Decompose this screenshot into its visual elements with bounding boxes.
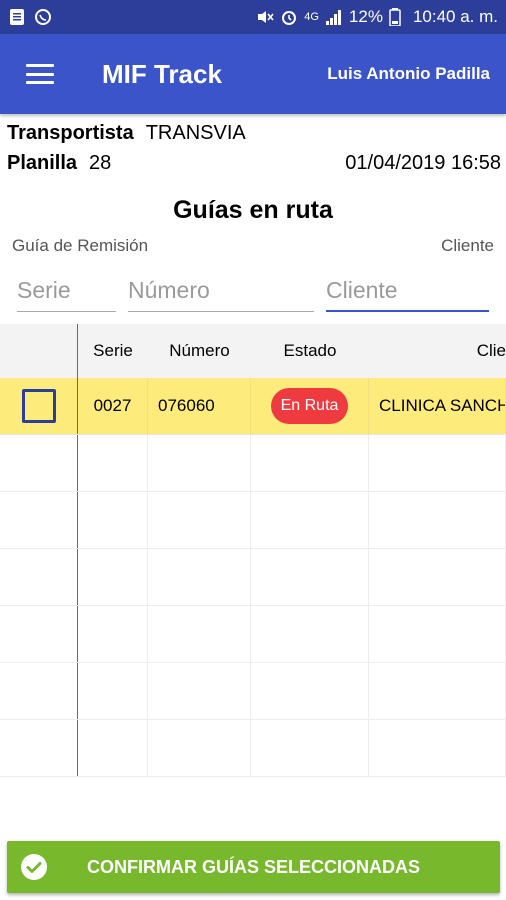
datetime: 01/04/2019 16:58 [345, 152, 501, 174]
empty-row [0, 549, 506, 606]
battery-percent: 12% [348, 7, 383, 26]
battery-icon [389, 8, 407, 27]
empty-row [0, 663, 506, 720]
transportista-label: Transportista [7, 122, 134, 144]
filter-labels: Guía de Remisión Cliente [12, 236, 494, 256]
empty-row [0, 606, 506, 663]
network-type: 4G [304, 11, 319, 23]
header-cliente: Clie [476, 341, 506, 360]
confirm-label: CONFIRMAR GUÍAS SELECCIONADAS [86, 856, 420, 877]
mute-icon [256, 8, 274, 26]
numero-input[interactable] [128, 270, 314, 312]
table-row[interactable]: 0027 076060 En Ruta CLINICA SANCH [0, 378, 506, 435]
alarm-icon [280, 8, 298, 26]
section-title: Guías en ruta [173, 196, 333, 224]
confirm-button[interactable]: CONFIRMAR GUÍAS SELECCIONADAS [7, 841, 500, 893]
planilla-label: Planilla [7, 152, 78, 174]
notification-icon [8, 8, 26, 26]
check-circle-icon [20, 853, 48, 881]
header-serie: Serie [93, 341, 133, 360]
status-badge: En Ruta [270, 388, 349, 424]
route-info: Transportista TRANSVIA Planilla 28 01/04… [7, 122, 501, 180]
row-checkbox[interactable] [21, 389, 56, 423]
empty-row [0, 435, 506, 492]
planilla-value: 28 [89, 152, 112, 174]
status-bar: 4G 12% 10:40 a. m. [0, 0, 506, 34]
cliente-input[interactable] [326, 270, 489, 312]
header-numero: Número [169, 341, 230, 360]
transportista-value: TRANSVIA [145, 122, 246, 144]
cliente-label: Cliente [441, 236, 494, 255]
guia-label: Guía de Remisión [12, 236, 149, 255]
whatsapp-icon [34, 8, 52, 26]
guias-table: Serie Número Estado Clie 0027 076060 En … [0, 324, 506, 778]
cell-cliente: CLINICA SANCH [369, 378, 506, 434]
cell-numero: 076060 [148, 378, 251, 434]
user-name: Luis Antonio Padilla [327, 64, 490, 83]
signal-icon [325, 8, 343, 26]
empty-row [0, 492, 506, 549]
header-estado: Estado [283, 341, 337, 360]
cell-serie: 0027 [78, 378, 148, 434]
menu-icon[interactable] [26, 64, 54, 84]
app-bar: MIF Track Luis Antonio Padilla [0, 34, 506, 114]
empty-row [0, 720, 506, 777]
table-header: Serie Número Estado Clie [0, 324, 506, 378]
filters [17, 270, 489, 314]
serie-input[interactable] [17, 270, 116, 312]
app-title: MIF Track [102, 58, 222, 89]
clock: 10:40 a. m. [412, 7, 498, 26]
